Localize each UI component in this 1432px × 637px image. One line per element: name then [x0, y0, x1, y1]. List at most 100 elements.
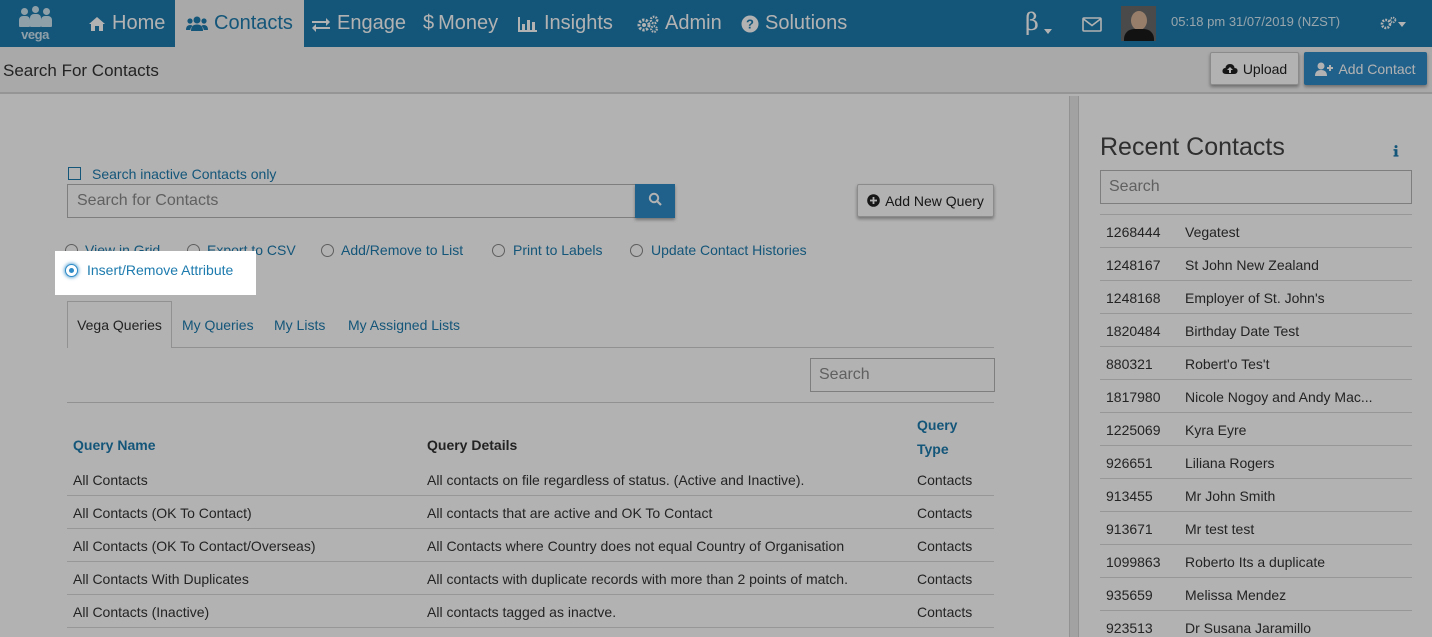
query-search-input[interactable] — [810, 358, 995, 392]
list-item[interactable]: 1248168 Employer of St. John's — [1100, 281, 1412, 314]
query-details: All Contacts where Country does not equa… — [427, 538, 845, 554]
contact-id: 935659 — [1106, 587, 1153, 603]
list-item[interactable]: 913455 Mr John Smith — [1100, 479, 1412, 512]
beta-menu[interactable]: β — [1025, 8, 1039, 36]
query-type: Contacts — [917, 604, 973, 620]
tab-my-assigned-lists[interactable]: My Assigned Lists — [348, 301, 460, 348]
list-item[interactable]: 926651 Liliana Rogers — [1100, 446, 1412, 479]
col-header-query-type[interactable]: Query Type — [917, 413, 977, 461]
list-item[interactable]: 1820484 Birthday Date Test — [1100, 314, 1412, 347]
table-row[interactable]: All Contacts (OK To Contact/Overseas) Al… — [67, 529, 994, 562]
radio-update-histories[interactable] — [630, 244, 643, 257]
nav-insights[interactable]: Insights — [518, 0, 613, 47]
nav-admin[interactable]: Admin — [637, 0, 722, 47]
list-item[interactable]: 935659 Melissa Mendez — [1100, 578, 1412, 611]
tab-vega-queries[interactable]: Vega Queries — [67, 301, 172, 348]
contact-name: Employer of St. John's — [1185, 290, 1325, 306]
contact-name: Mr John Smith — [1185, 488, 1276, 504]
list-item[interactable]: 1225069 Kyra Eyre — [1100, 413, 1412, 446]
table-row[interactable]: All Contacts (OK To Contact) All contact… — [67, 496, 994, 529]
upload-label: Upload — [1242, 60, 1288, 77]
contact-name: Vegatest — [1185, 224, 1240, 240]
cloud-upload-icon — [1222, 63, 1238, 75]
mail-icon[interactable] — [1082, 17, 1102, 37]
plus-circle-icon — [867, 194, 880, 207]
contact-id: 923513 — [1106, 620, 1153, 636]
add-remove-list-label[interactable]: Add/Remove to List — [341, 242, 463, 258]
tab-my-queries[interactable]: My Queries — [182, 301, 254, 348]
query-name: All Contacts — [73, 472, 148, 488]
list-item[interactable]: 1268444 Vegatest — [1100, 215, 1412, 248]
settings-gear-icon[interactable] — [1380, 15, 1408, 36]
user-avatar[interactable] — [1121, 6, 1156, 41]
highlighted-option[interactable]: Insert/Remove Attribute — [55, 251, 256, 295]
contact-search-input[interactable] — [67, 184, 636, 218]
search-button[interactable] — [635, 184, 675, 218]
contact-name: Birthday Date Test — [1185, 323, 1300, 339]
list-item[interactable]: 913671 Mr test test — [1100, 512, 1412, 545]
contact-id: 913455 — [1106, 488, 1153, 504]
inactive-checkbox[interactable] — [68, 167, 81, 180]
question-circle-icon: ? — [741, 15, 759, 33]
nav-solutions[interactable]: ? Solutions — [741, 0, 847, 47]
nav-contacts-label: Contacts — [214, 12, 293, 34]
contact-id: 926651 — [1106, 455, 1153, 471]
contact-id: 1248167 — [1106, 257, 1161, 273]
table-row[interactable]: All Contacts All contacts on file regard… — [67, 463, 994, 496]
search-icon — [648, 192, 662, 211]
logo-text: vega — [21, 27, 49, 42]
add-contact-button[interactable]: Add Contact — [1304, 52, 1427, 85]
query-name: All Contacts (Inactive) — [73, 604, 210, 620]
info-icon[interactable] — [1393, 144, 1399, 162]
logo-dot — [43, 8, 50, 15]
nav-engage-label: Engage — [337, 12, 406, 34]
contact-name: Robert'o Tes't — [1185, 356, 1270, 372]
contact-id: 913671 — [1106, 521, 1153, 537]
nav-contacts[interactable]: Contacts — [175, 0, 304, 47]
insert-remove-attribute-label[interactable]: Insert/Remove Attribute — [87, 262, 233, 278]
panel-divider[interactable] — [1069, 96, 1079, 637]
print-labels-label[interactable]: Print to Labels — [513, 242, 603, 258]
tab-my-lists[interactable]: My Lists — [274, 301, 325, 348]
contact-name: St John New Zealand — [1185, 257, 1319, 273]
update-histories-label[interactable]: Update Contact Histories — [651, 242, 807, 258]
nav-engage[interactable]: Engage — [311, 0, 406, 47]
logo-figure — [19, 16, 30, 27]
logo-dot — [32, 6, 39, 13]
contact-id: 1817980 — [1106, 389, 1161, 405]
add-contact-label: Add Contact — [1338, 60, 1416, 77]
query-name: All Contacts (OK To Contact/Overseas) — [73, 538, 316, 554]
upload-button[interactable]: Upload — [1210, 52, 1299, 85]
list-item[interactable]: 880321 Robert'o Tes't — [1100, 347, 1412, 380]
add-new-query-button[interactable]: Add New Query — [857, 184, 994, 217]
radio-add-remove-list[interactable] — [321, 244, 334, 257]
recent-contacts-title: Recent Contacts — [1100, 133, 1285, 161]
col-header-query-type-line1: Query — [917, 417, 958, 433]
query-name: All Contacts With Duplicates — [73, 571, 249, 587]
vega-logo[interactable]: vega — [17, 6, 53, 42]
query-type: Contacts — [917, 571, 973, 587]
tab-active-gap — [68, 347, 171, 348]
nav-home-label: Home — [112, 12, 166, 34]
list-item[interactable]: 1817980 Nicole Nogoy and Andy Mac... — [1100, 380, 1412, 413]
nav-solutions-label: Solutions — [765, 12, 848, 34]
contact-name: Dr Susana Jaramillo — [1185, 620, 1312, 636]
contact-name: Melissa Mendez — [1185, 587, 1287, 603]
inactive-checkbox-label[interactable]: Search inactive Contacts only — [92, 166, 276, 182]
nav-home[interactable]: Home — [88, 0, 165, 47]
query-details: All contacts with duplicate records with… — [427, 571, 848, 587]
radio-insert-remove-attribute[interactable] — [65, 264, 78, 277]
tab-underline — [67, 347, 994, 348]
radio-print-labels[interactable] — [492, 244, 505, 257]
table-row[interactable]: All Contacts (Inactive) All contacts tag… — [67, 595, 994, 628]
list-item[interactable]: 1099863 Roberto Its a duplicate — [1100, 545, 1412, 578]
avatar-shirt — [1124, 29, 1154, 41]
chevron-down-icon — [1044, 21, 1052, 39]
col-header-query-name[interactable]: Query Name — [73, 437, 155, 453]
table-row[interactable]: All Contacts With Duplicates All contact… — [67, 562, 994, 595]
list-item[interactable]: 923513 Dr Susana Jaramillo — [1100, 611, 1412, 637]
nav-money-label: Money — [438, 12, 499, 34]
recent-search-input[interactable] — [1100, 170, 1412, 204]
list-item[interactable]: 1248167 St John New Zealand — [1100, 248, 1412, 281]
nav-money[interactable]: $ Money — [423, 0, 498, 47]
